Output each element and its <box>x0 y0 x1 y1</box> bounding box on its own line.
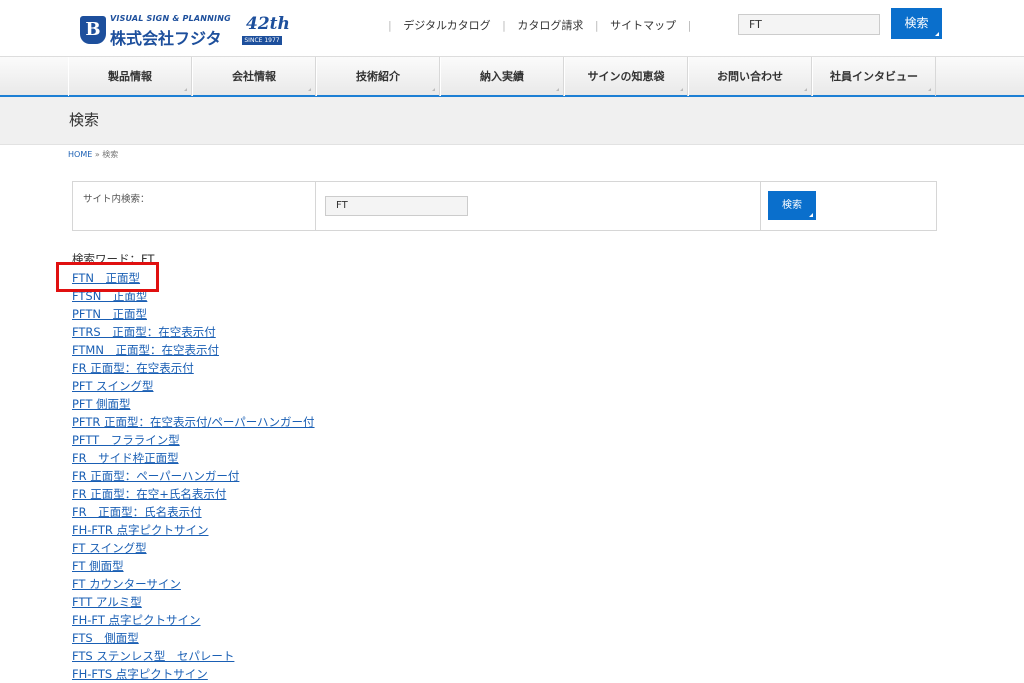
link-sitemap[interactable]: サイトマップ <box>610 19 676 32</box>
anniversary-badge: 42th SINCE 1977 <box>240 14 290 46</box>
link-digital-catalog[interactable]: デジタルカタログ <box>403 19 490 32</box>
result-link[interactable]: FR 正面型：ペーパーハンガー付 <box>72 468 239 484</box>
nav-item-company[interactable]: 会社情報 <box>192 57 316 96</box>
result-link[interactable]: FR 正面型：在空表示付 <box>72 360 194 376</box>
nav-item-contact[interactable]: お問い合わせ <box>688 57 812 96</box>
result-link[interactable]: FTT アルミ型 <box>72 594 142 610</box>
site-search-label: サイト内検索： <box>83 194 150 205</box>
result-link[interactable]: FR サイド枠正面型 <box>72 450 179 466</box>
nav-item-deliveries[interactable]: 納入実績 <box>440 57 564 96</box>
badge-number: 42th <box>246 14 290 34</box>
breadcrumb-home-link[interactable]: HOME <box>68 150 92 159</box>
result-link[interactable]: FT 側面型 <box>72 558 124 574</box>
result-link[interactable]: PFTR 正面型：在空表示付/ペーパーハンガー付 <box>72 414 315 430</box>
logo-japanese-text: 株式会社フジタ <box>110 29 222 48</box>
result-link[interactable]: PFTT フラライン型 <box>72 432 180 448</box>
logo-mark-icon: B <box>80 16 106 44</box>
site-header: B VISUAL SIGN & PLANNING 株式会社フジタ 42th SI… <box>0 0 1024 56</box>
header-search-button[interactable]: 検索 <box>891 8 942 39</box>
breadcrumb: HOME » 検索 <box>68 149 118 160</box>
nav-item-technology[interactable]: 技術紹介 <box>316 57 440 96</box>
result-link[interactable]: FT スイング型 <box>72 540 147 556</box>
result-link[interactable]: PFT スイング型 <box>72 378 154 394</box>
result-link[interactable]: PFT 側面型 <box>72 396 131 412</box>
result-link[interactable]: FR 正面型：氏名表示付 <box>72 504 202 520</box>
result-link[interactable]: FTMN 正面型：在空表示付 <box>72 342 219 358</box>
page-title-band: 検索 <box>0 97 1024 145</box>
nav-item-products[interactable]: 製品情報 <box>68 57 192 96</box>
result-link[interactable]: FTS ステンレス型 セパレート <box>72 648 234 664</box>
nav-item-interview[interactable]: 社員インタビュー <box>812 57 936 96</box>
badge-since: SINCE 1977 <box>242 36 282 45</box>
breadcrumb-current: 検索 <box>102 150 119 159</box>
result-link[interactable]: FH-FT 点字ピクトサイン <box>72 612 201 628</box>
result-link[interactable]: FH-FTR 点字ピクトサイン <box>72 522 209 538</box>
result-link[interactable]: FR 正面型：在空+氏名表示付 <box>72 486 226 502</box>
logo-english-text: VISUAL SIGN & PLANNING <box>110 14 231 23</box>
page-title: 検索 <box>69 111 100 129</box>
nav-item-sign-tips[interactable]: サインの知恵袋 <box>564 57 688 96</box>
header-search-input[interactable]: FT <box>738 14 880 35</box>
global-nav: 製品情報 会社情報 技術紹介 納入実績 サインの知恵袋 お問い合わせ 社員インタ… <box>0 56 1024 97</box>
result-link[interactable]: FTRS 正面型：在空表示付 <box>72 324 216 340</box>
result-link[interactable]: FTS 側面型 <box>72 630 139 646</box>
result-link[interactable]: FT カウンターサイン <box>72 576 181 592</box>
highlight-box <box>56 262 159 292</box>
top-links: | デジタルカタログ | カタログ請求 | サイトマップ | <box>388 19 692 32</box>
site-search-input[interactable]: FT <box>325 196 468 216</box>
result-link[interactable]: FH-FTS 点字ピクトサイン <box>72 666 208 682</box>
link-catalog-request[interactable]: カタログ請求 <box>517 19 583 32</box>
site-search-button[interactable]: 検索 <box>768 191 816 220</box>
breadcrumb-separator: » <box>94 150 100 159</box>
result-link[interactable]: PFTN 正面型 <box>72 306 147 322</box>
